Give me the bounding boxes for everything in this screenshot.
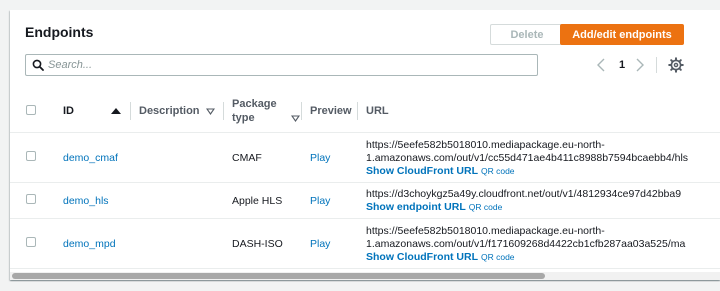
table-header-row: ID Description Package type Preview URL — [10, 90, 720, 133]
endpoint-url-text: https://5eefe582b5018010.mediapackage.eu… — [366, 224, 605, 237]
row-checkbox[interactable] — [26, 194, 36, 204]
qr-code-link[interactable]: QR code — [481, 252, 515, 262]
table-row: demo_mpd DASH-ISO Play https://5eefe582b… — [10, 218, 720, 269]
endpoint-package-type: DASH-ISO — [232, 237, 283, 250]
delete-button[interactable]: Delete — [490, 24, 564, 45]
panel-title: Endpoints — [25, 24, 94, 40]
select-all-checkbox[interactable] — [26, 104, 36, 115]
preview-play-link[interactable]: Play — [310, 195, 330, 207]
current-page-number[interactable]: 1 — [615, 55, 629, 75]
qr-code-link[interactable]: QR code — [469, 202, 503, 212]
chevron-right-icon[interactable] — [634, 55, 646, 75]
column-header-description[interactable]: Description — [131, 90, 224, 133]
horizontal-scrollbar-thumb[interactable] — [12, 273, 545, 279]
endpoint-package-type: CMAF — [232, 151, 262, 164]
gear-icon[interactable] — [668, 57, 684, 73]
sort-icon — [290, 114, 300, 122]
endpoint-url-text: https://d3choykgz5a49y.cloudfront.net/ou… — [366, 188, 682, 200]
select-all-header — [10, 90, 50, 133]
preview-play-link[interactable]: Play — [310, 152, 330, 164]
endpoint-url-text: 1.amazonaws.com/out/v1/cc55d471ae4b411c8… — [366, 151, 689, 164]
preview-play-link[interactable]: Play — [310, 238, 330, 250]
add-edit-endpoints-button[interactable]: Add/edit endpoints — [560, 24, 684, 45]
row-checkbox[interactable] — [26, 237, 36, 247]
endpoint-id-link[interactable]: demo_cmaf — [63, 152, 118, 164]
column-header-package-type[interactable]: Package type — [224, 90, 302, 133]
show-endpoint-url-link[interactable]: Show endpoint URL — [366, 201, 466, 213]
endpoints-table: ID Description Package type Preview URL … — [10, 90, 720, 269]
search-box[interactable] — [25, 54, 538, 76]
qr-code-link[interactable]: QR code — [481, 166, 515, 176]
endpoints-panel: Endpoints Delete Add/edit endpoints 1 — [10, 10, 720, 280]
chevron-left-icon[interactable] — [595, 55, 607, 75]
search-icon — [32, 59, 44, 71]
endpoint-id-link[interactable]: demo_hls — [63, 195, 109, 207]
column-header-url: URL — [358, 90, 720, 133]
column-header-preview: Preview — [302, 90, 358, 133]
endpoint-url-text: 1.amazonaws.com/out/v1/f171609268d4422cb… — [366, 237, 686, 250]
sort-ascending-icon — [111, 108, 121, 114]
row-checkbox[interactable] — [26, 151, 36, 161]
pager-divider — [656, 57, 657, 73]
endpoint-url-text: https://5eefe582b5018010.mediapackage.eu… — [366, 138, 605, 151]
search-input[interactable] — [48, 57, 528, 73]
show-cloudfront-url-link[interactable]: Show CloudFront URL — [366, 251, 478, 263]
endpoint-id-link[interactable]: demo_mpd — [63, 238, 116, 250]
endpoint-package-type: Apple HLS — [232, 194, 283, 207]
table-row: demo_cmaf CMAF Play https://5eefe582b501… — [10, 132, 720, 183]
show-cloudfront-url-link[interactable]: Show CloudFront URL — [366, 165, 478, 177]
column-header-id[interactable]: ID — [50, 90, 131, 133]
sort-icon — [205, 107, 215, 115]
table-row: demo_hls Apple HLS Play https://d3choykg… — [10, 182, 720, 219]
